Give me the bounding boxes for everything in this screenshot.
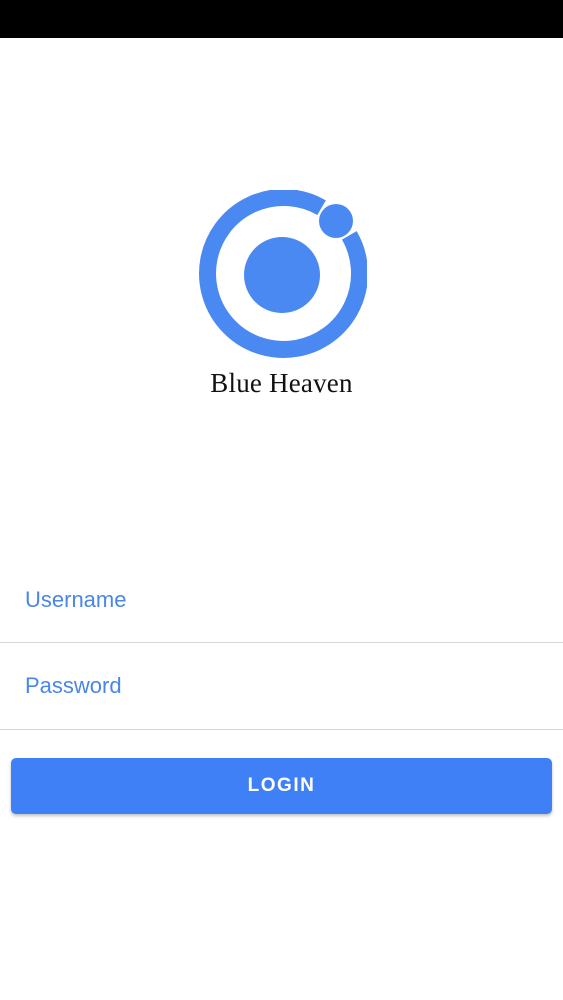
ionic-logo-icon [198,190,367,358]
brand-name: Blue Heaven [210,368,353,398]
password-field-row [0,643,563,730]
logo-section: Blue Heaven [0,190,563,399]
username-input[interactable] [25,583,535,617]
username-field-row [0,557,563,643]
login-button[interactable]: LOGIN [11,758,552,814]
login-form [0,557,563,730]
status-bar [0,0,563,38]
password-input[interactable] [25,669,535,703]
